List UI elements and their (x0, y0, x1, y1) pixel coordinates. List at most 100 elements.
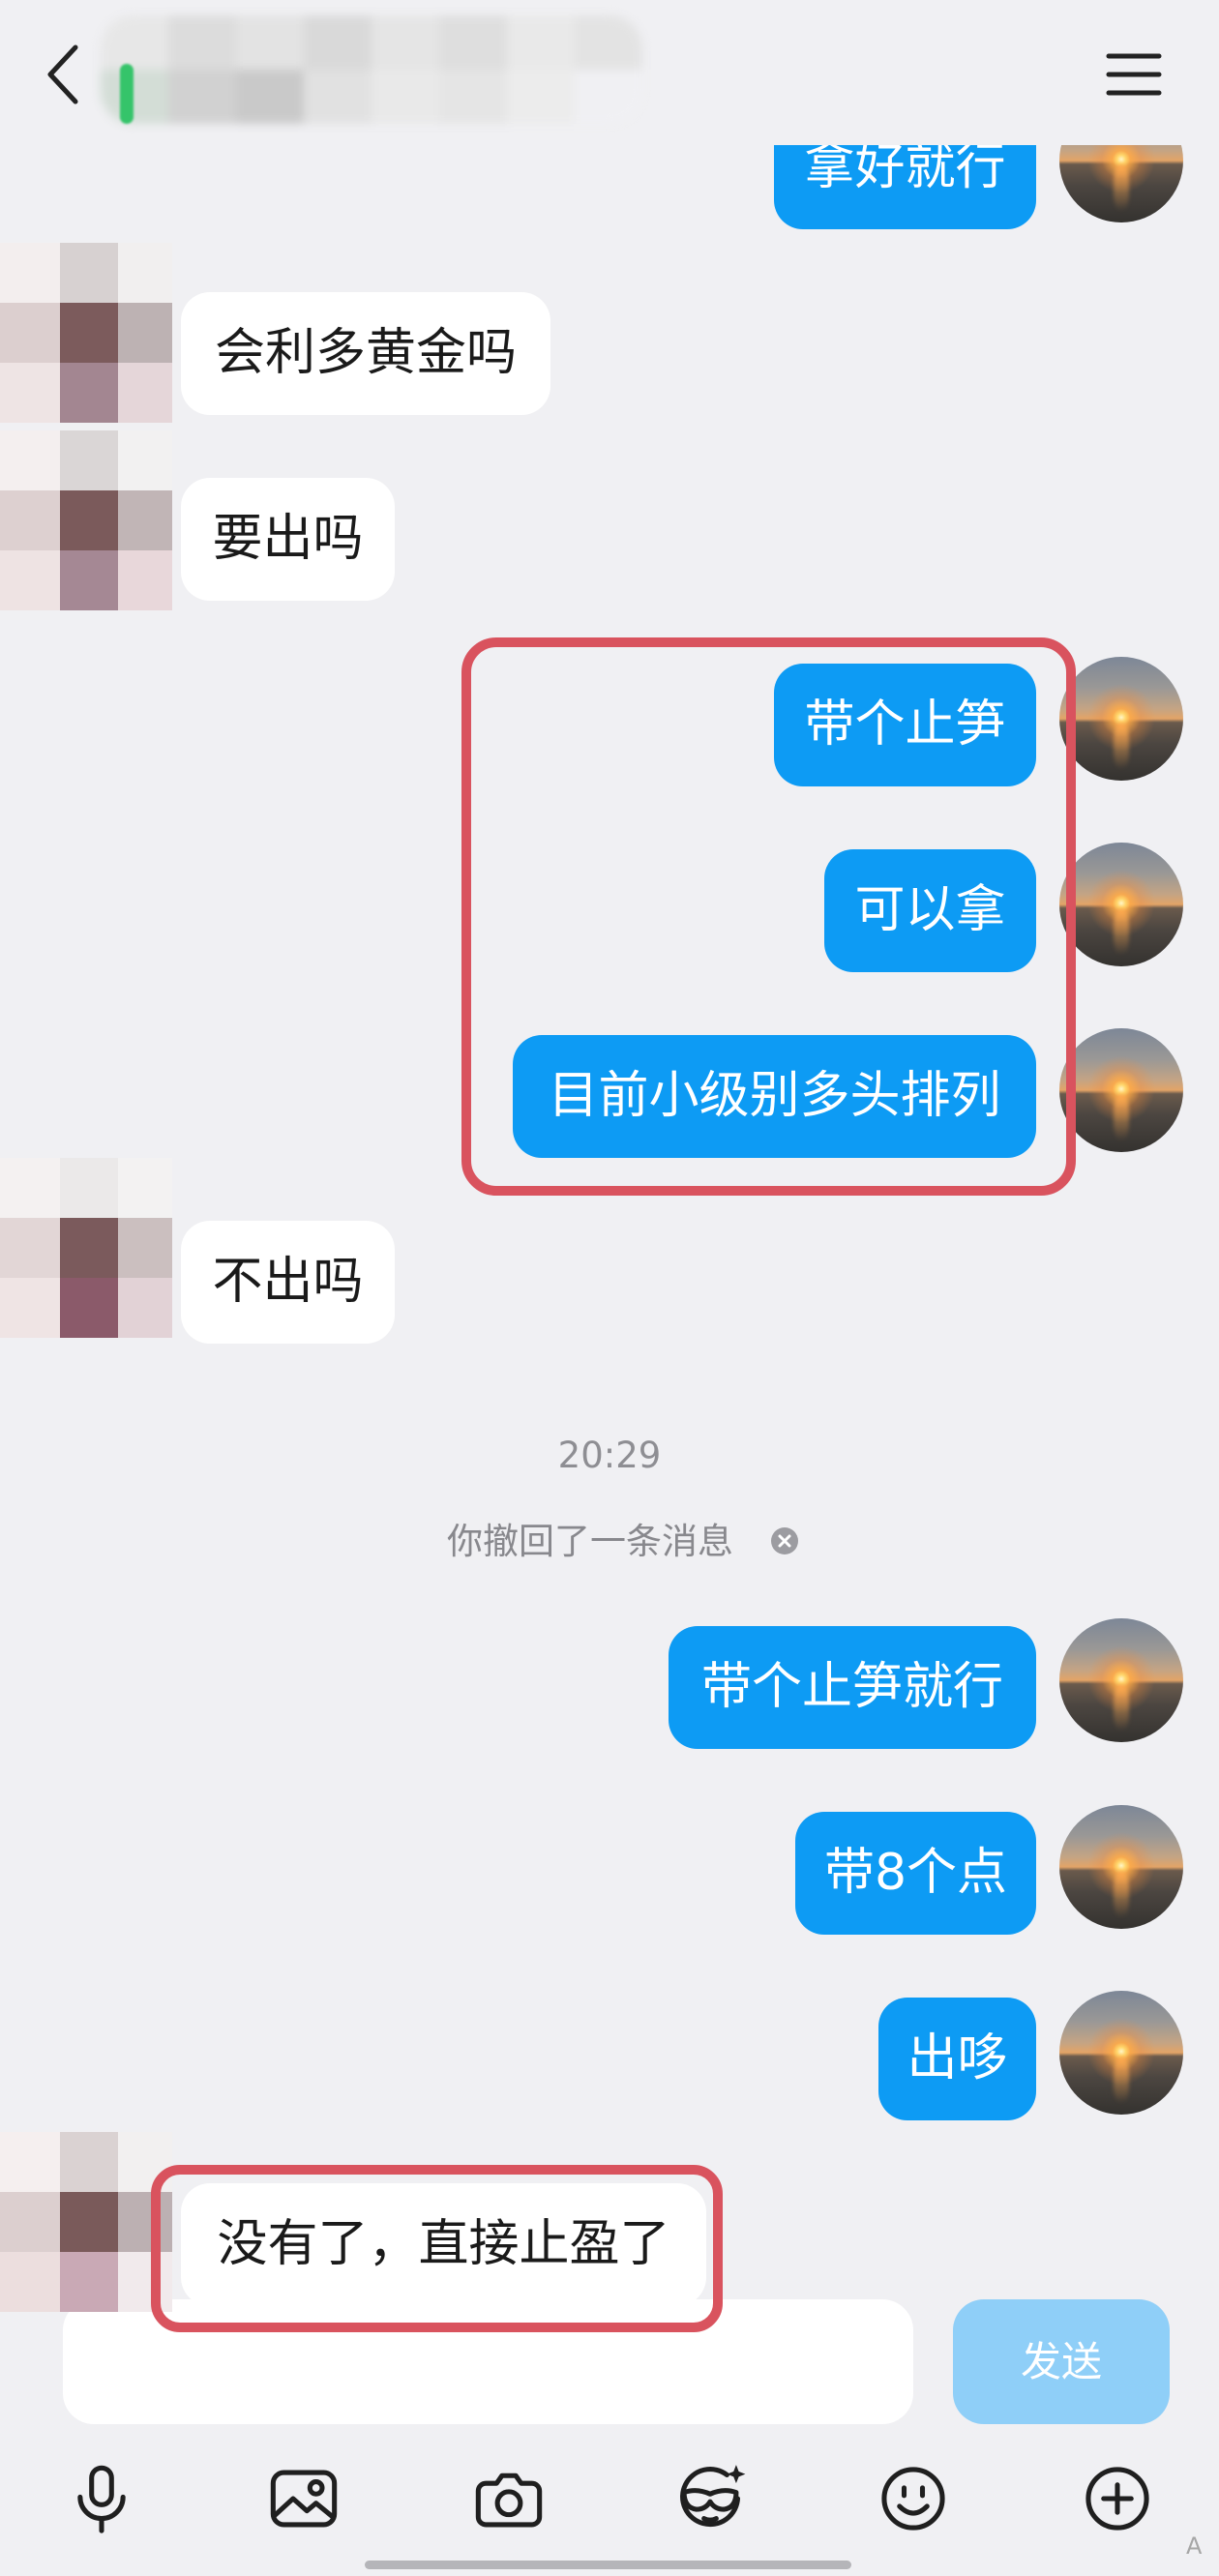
avatar-mosaic-cell (118, 303, 172, 363)
avatar-mosaic-cell (0, 2192, 60, 2252)
avatar-mosaic-cell (118, 243, 172, 303)
chat-screen: 拿好就行 会利多黄金吗 要出吗 带个止笋 可以拿 目前小级别多头排列 不出吗 2… (0, 0, 1219, 2576)
my-avatar[interactable] (1059, 1805, 1183, 1929)
redaction-cell (168, 70, 236, 124)
emoji-icon[interactable] (877, 2462, 950, 2535)
contact-avatar[interactable] (0, 1158, 172, 1338)
contact-avatar[interactable] (0, 243, 172, 423)
send-button[interactable]: 发送 (953, 2299, 1170, 2424)
close-circle-icon[interactable] (770, 1526, 799, 1555)
avatar-mosaic-cell (0, 1278, 60, 1338)
corner-mark: A (1186, 2532, 1203, 2560)
redaction-cell (304, 15, 372, 70)
avatar-mosaic-cell (60, 1158, 118, 1218)
avatar-mosaic-cell (60, 1218, 118, 1278)
back-button[interactable] (43, 42, 83, 107)
camera-button[interactable] (472, 2462, 546, 2535)
more-menu-button[interactable] (1106, 52, 1162, 97)
recall-notice-text: 你撤回了一条消息 (447, 1521, 733, 1562)
plus-circle-icon[interactable] (1081, 2462, 1154, 2535)
my-avatar[interactable] (1059, 657, 1183, 781)
avatar-mosaic-cell (118, 363, 172, 423)
menu-icon[interactable] (1106, 52, 1162, 97)
redaction-cell (168, 15, 236, 70)
my-avatar[interactable] (1059, 1618, 1183, 1742)
message-bubble-outgoing[interactable]: 带个止笋 (774, 664, 1036, 786)
redaction-cell (236, 70, 304, 124)
camera-icon[interactable] (472, 2462, 546, 2535)
avatar-mosaic-cell (118, 2252, 172, 2312)
avatar-mosaic-cell (0, 1158, 60, 1218)
message-bubble-incoming[interactable]: 要出吗 (181, 478, 395, 601)
avatar-mosaic-cell (60, 303, 118, 363)
contact-name-redacted[interactable] (101, 15, 642, 124)
image-icon[interactable] (267, 2462, 341, 2535)
message-bubble-incoming[interactable]: 没有了，直接止盈了 (181, 2183, 706, 2306)
redaction-cell (101, 70, 168, 124)
message-bubble-outgoing[interactable]: 可以拿 (824, 849, 1036, 972)
avatar-mosaic-cell (60, 2132, 118, 2192)
contact-avatar[interactable] (0, 2132, 172, 2312)
avatar-mosaic-cell (0, 363, 60, 423)
redaction-cell (507, 70, 575, 124)
avatar-mosaic-cell (0, 2132, 60, 2192)
avatar-mosaic-cell (0, 430, 60, 490)
avatar-mosaic-cell (118, 1158, 172, 1218)
avatar-mosaic-cell (118, 430, 172, 490)
redaction-cell (439, 15, 507, 70)
avatar-mosaic-cell (60, 430, 118, 490)
more-actions-button[interactable] (1081, 2462, 1154, 2535)
avatar-mosaic-cell (0, 1218, 60, 1278)
message-bubble-incoming[interactable]: 会利多黄金吗 (181, 292, 550, 415)
avatar-mosaic-cell (118, 490, 172, 550)
avatar-mosaic-cell (60, 1278, 118, 1338)
avatar-mosaic-cell (60, 2192, 118, 2252)
redaction-cell (372, 70, 439, 124)
avatar-mosaic-cell (0, 490, 60, 550)
microphone-icon[interactable] (65, 2462, 138, 2535)
avatar-mosaic-cell (118, 1218, 172, 1278)
voice-button[interactable] (65, 2462, 138, 2535)
redaction-cell (236, 15, 304, 70)
photo-button[interactable] (267, 2462, 341, 2535)
redaction-cell (304, 70, 372, 124)
avatar-mosaic-cell (0, 550, 60, 610)
avatar-mosaic-cell (60, 2252, 118, 2312)
home-indicator (365, 2561, 851, 2569)
redaction-cell (372, 15, 439, 70)
emoji-button[interactable] (877, 2462, 950, 2535)
avatar-mosaic-cell (118, 2192, 172, 2252)
avatar-mosaic-cell (0, 303, 60, 363)
back-arrow-icon[interactable] (43, 42, 83, 107)
avatar-mosaic-cell (60, 363, 118, 423)
redaction-cell (507, 15, 575, 70)
my-avatar[interactable] (1059, 1028, 1183, 1152)
avatar-mosaic-cell (0, 243, 60, 303)
avatar-mosaic-cell (0, 2252, 60, 2312)
close-circle-icon[interactable] (770, 1526, 799, 1555)
message-bubble-outgoing[interactable]: 带个止笋就行 (669, 1626, 1036, 1749)
redaction-cell (439, 70, 507, 124)
online-status-indicator (120, 64, 134, 124)
message-bubble-incoming[interactable]: 不出吗 (181, 1221, 395, 1344)
redaction-cell (575, 70, 642, 124)
message-bubble-outgoing[interactable]: 目前小级别多头排列 (513, 1035, 1036, 1158)
my-avatar[interactable] (1059, 1991, 1183, 2115)
super-sticker-button[interactable] (673, 2462, 747, 2535)
avatar-mosaic-cell (118, 2132, 172, 2192)
avatar-mosaic-cell (118, 550, 172, 610)
time-divider: 20:29 (557, 1435, 662, 1476)
mask-sparkle-icon[interactable] (673, 2462, 747, 2535)
redaction-cell (575, 15, 642, 70)
my-avatar[interactable] (1059, 843, 1183, 966)
contact-avatar[interactable] (0, 430, 172, 610)
chat-header (0, 0, 1219, 145)
redaction-cell (101, 15, 168, 70)
avatar-mosaic-cell (60, 490, 118, 550)
message-bubble-outgoing[interactable]: 出哆 (878, 1998, 1036, 2120)
avatar-mosaic-cell (60, 243, 118, 303)
message-input[interactable] (63, 2299, 913, 2424)
avatar-mosaic-cell (60, 550, 118, 610)
message-bubble-outgoing[interactable]: 带8个点 (795, 1812, 1036, 1935)
avatar-mosaic-cell (118, 1278, 172, 1338)
